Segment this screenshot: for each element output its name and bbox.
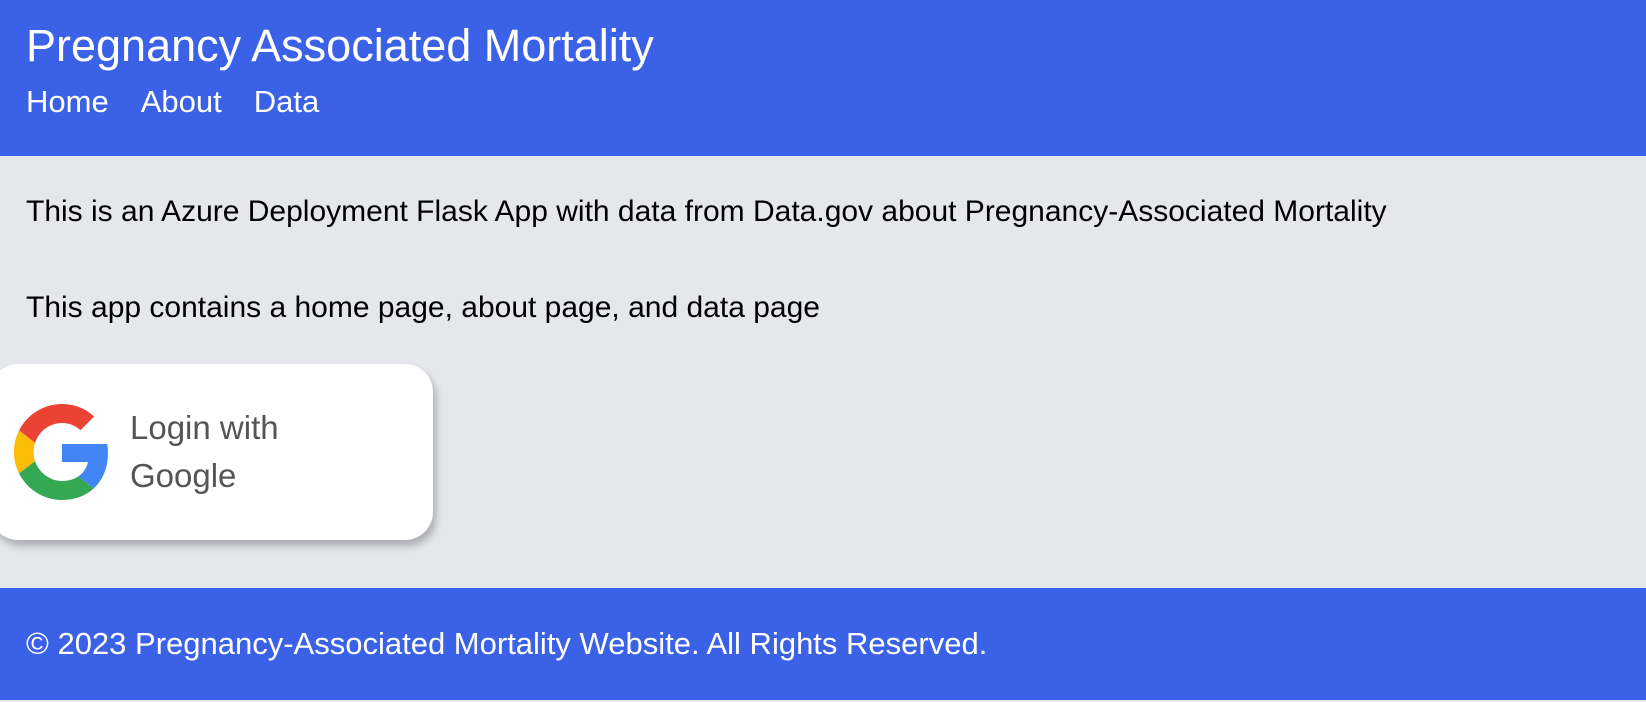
login-button-label: Login with Google bbox=[130, 404, 330, 500]
nav-link-about[interactable]: About bbox=[141, 80, 222, 124]
nav-link-home[interactable]: Home bbox=[26, 80, 109, 124]
login-button-label-line-2: Google bbox=[130, 457, 237, 494]
main-nav: Home About Data bbox=[26, 80, 319, 124]
site-header: Pregnancy Associated Mortality Home Abou… bbox=[0, 0, 1646, 156]
intro-text-1: This is an Azure Deployment Flask App wi… bbox=[26, 195, 1387, 228]
intro-text-2: This app contains a home page, about pag… bbox=[26, 291, 820, 324]
site-title: Pregnancy Associated Mortality bbox=[26, 20, 654, 71]
google-g-icon bbox=[14, 404, 108, 500]
nav-link-data[interactable]: Data bbox=[254, 80, 319, 124]
copyright-text: © 2023 Pregnancy-Associated Mortality We… bbox=[26, 626, 988, 661]
login-button-label-line-1: Login with bbox=[130, 409, 279, 446]
site-footer: © 2023 Pregnancy-Associated Mortality We… bbox=[0, 588, 1646, 700]
main-content: This is an Azure Deployment Flask App wi… bbox=[0, 156, 1646, 588]
login-with-google-button[interactable]: Login with Google bbox=[0, 364, 433, 540]
